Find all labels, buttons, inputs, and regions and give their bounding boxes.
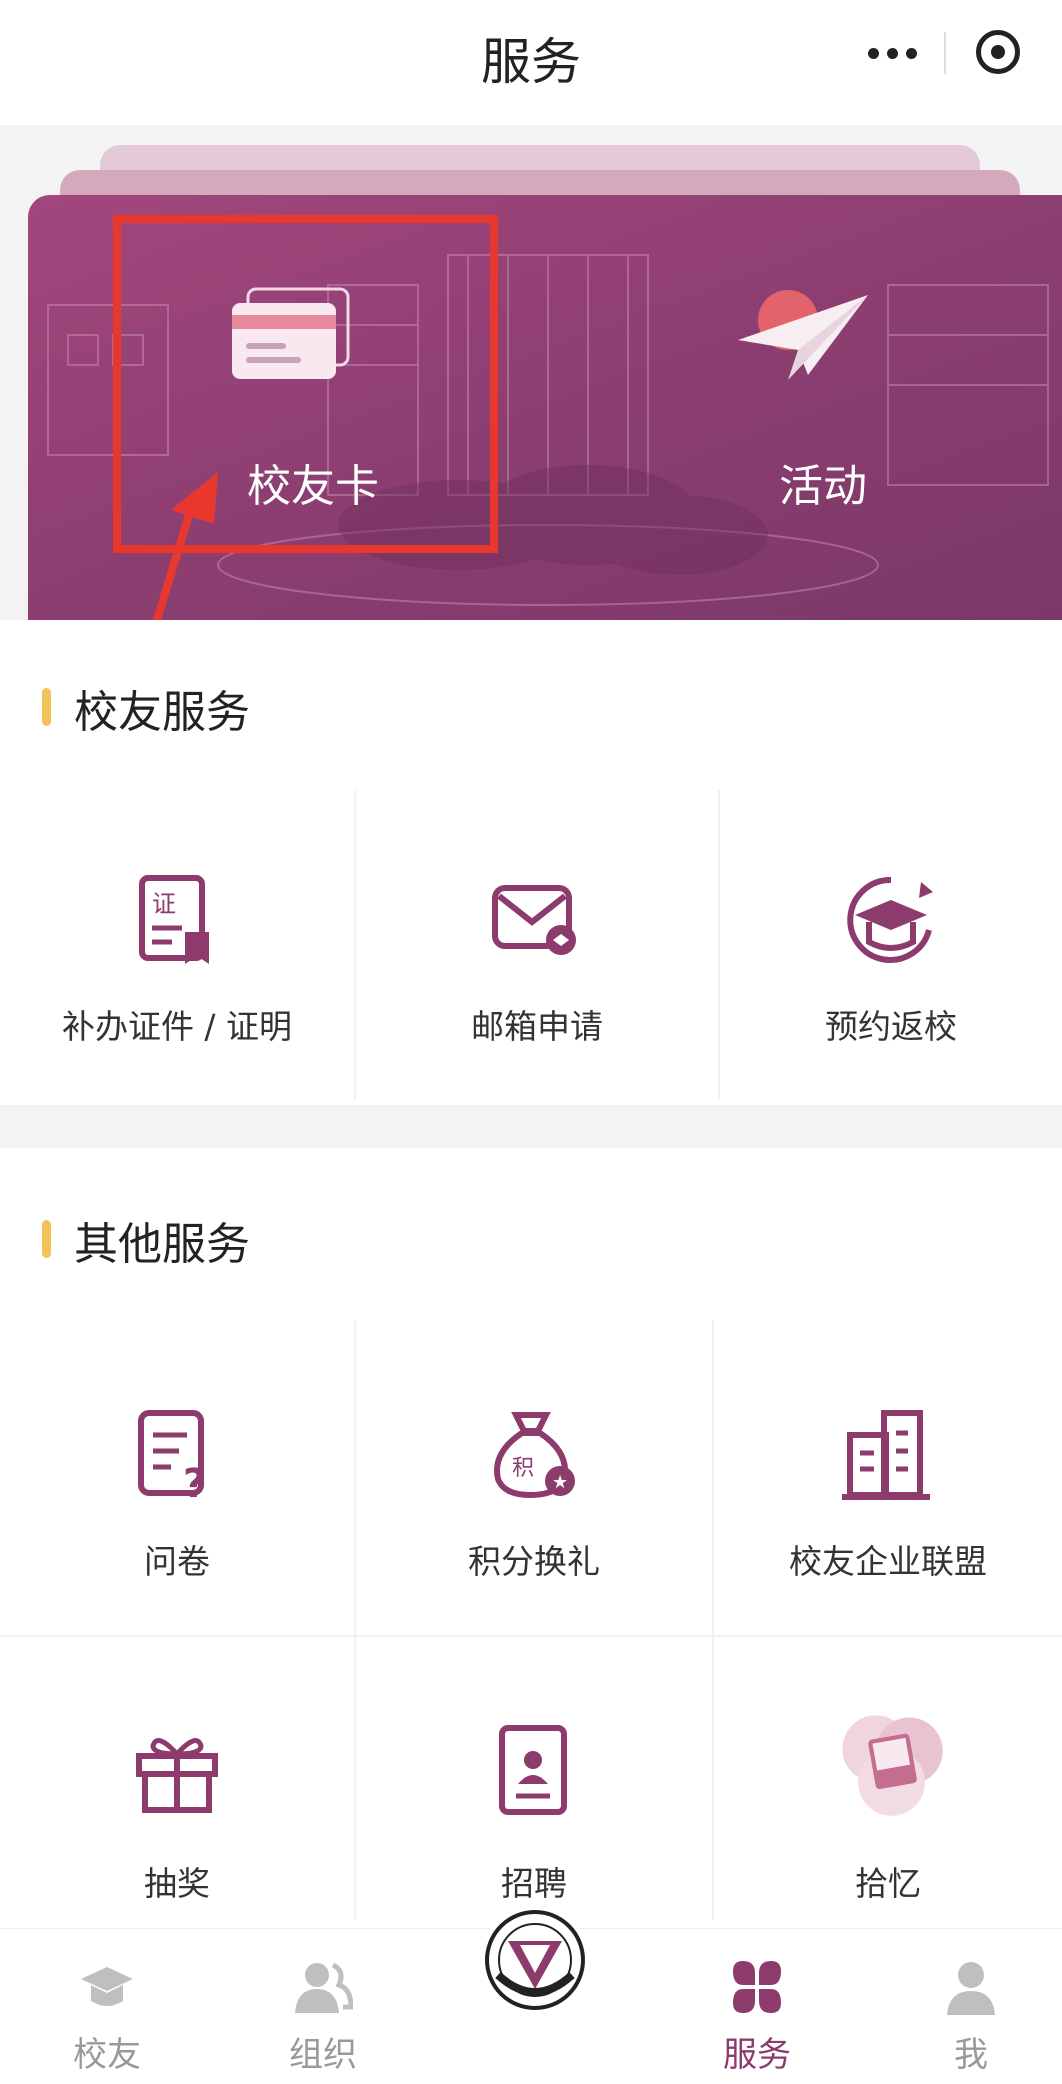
graduation-cap-icon xyxy=(847,876,933,963)
points-bag-icon: 积 ★ xyxy=(494,1412,575,1499)
service-tile-lottery[interactable]: 抽奖 xyxy=(0,1637,354,1928)
svg-text:证: 证 xyxy=(152,890,176,918)
certificate-icon: 证 xyxy=(139,875,209,964)
people-icon xyxy=(295,1962,353,2013)
university-emblem-icon xyxy=(485,1910,585,2010)
graduation-cap-icon xyxy=(81,1967,133,2006)
section-accent-bar xyxy=(42,1220,51,1258)
section-accent-bar xyxy=(42,688,51,726)
svg-text:积: 积 xyxy=(512,1456,534,1481)
tab-me[interactable]: 我 xyxy=(906,1929,1036,2084)
tab-alumni[interactable]: 校友 xyxy=(42,1929,172,2084)
service-tile-recruitment[interactable]: 招聘 xyxy=(356,1637,712,1928)
mail-icon xyxy=(492,885,576,955)
gift-icon xyxy=(136,1738,218,1813)
person-icon xyxy=(947,1962,995,2015)
close-miniprogram-button[interactable] xyxy=(976,30,1020,74)
tab-label: 校友 xyxy=(73,2035,141,2075)
resume-icon xyxy=(499,1725,567,1815)
service-tile-enterprise-alliance[interactable]: 校友企业联盟 xyxy=(714,1320,1062,1635)
capsule-divider xyxy=(944,32,946,74)
svg-text:?: ? xyxy=(183,1461,206,1505)
clover-icon xyxy=(733,1961,781,2013)
service-label: 招聘 xyxy=(501,1864,567,1903)
service-tile-return-visit[interactable]: 预约返校 xyxy=(720,790,1062,1100)
tab-label: 我 xyxy=(954,2035,988,2075)
service-label: 抽奖 xyxy=(144,1864,210,1903)
svg-text:★: ★ xyxy=(552,1472,568,1493)
service-tile-points[interactable]: 积 ★ 积分换礼 xyxy=(356,1320,712,1635)
service-label: 校友企业联盟 xyxy=(789,1542,987,1581)
memories-icon xyxy=(842,1715,943,1816)
service-tile-mail[interactable]: 邮箱申请 xyxy=(356,790,718,1100)
service-tile-memories[interactable]: 拾忆 xyxy=(714,1637,1062,1928)
tab-label: 服务 xyxy=(723,2035,791,2075)
university-logo-button[interactable] xyxy=(480,1905,590,2015)
paper-plane-icon[interactable] xyxy=(728,280,878,404)
service-label: 补办证件 / 证明 xyxy=(61,1007,293,1046)
service-tile-questionnaire[interactable]: ? 问卷 xyxy=(0,1320,354,1635)
service-label: 问卷 xyxy=(144,1542,210,1581)
service-label: 拾忆 xyxy=(855,1864,921,1903)
tab-services[interactable]: 服务 xyxy=(692,1929,822,2084)
tab-organization[interactable]: 组织 xyxy=(258,1929,388,2084)
highlight-annotation xyxy=(113,215,498,553)
section-title: 其他服务 xyxy=(74,1219,250,1270)
service-tile-certificate[interactable]: 证 补办证件 / 证明 xyxy=(0,790,354,1100)
questionnaire-icon: ? xyxy=(138,1410,206,1505)
tab-label: 组织 xyxy=(289,2035,357,2075)
service-label: 积分换礼 xyxy=(468,1542,600,1581)
service-label: 预约返校 xyxy=(825,1007,957,1046)
section-title: 校友服务 xyxy=(74,687,250,738)
building-icon xyxy=(842,1410,930,1500)
more-menu-button[interactable] xyxy=(852,30,932,76)
activity-label[interactable]: 活动 xyxy=(728,450,918,514)
service-label: 邮箱申请 xyxy=(471,1007,603,1046)
